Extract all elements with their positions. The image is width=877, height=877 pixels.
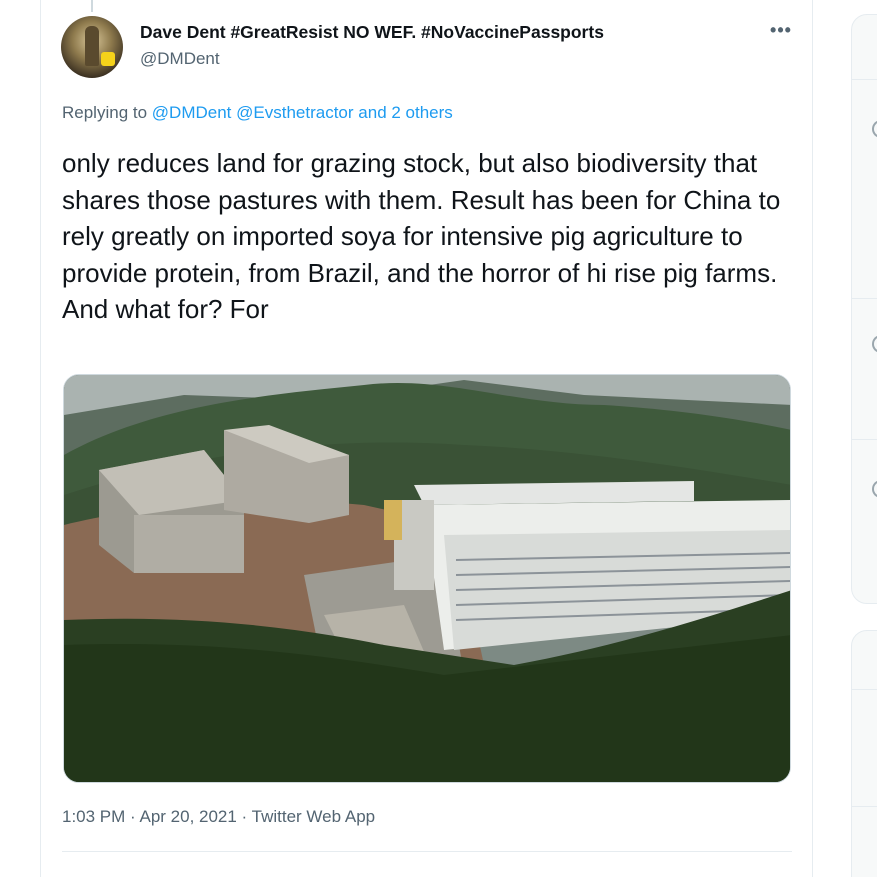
more-horizontal-icon[interactable]: •••: [767, 20, 795, 44]
sidebar-divider: [852, 79, 877, 80]
replying-to-label: Replying to: [62, 103, 148, 122]
mention-link-evsthetractor[interactable]: @Evsthetractor: [236, 103, 353, 122]
screen: Dave Dent #GreatResist NO WEF. #NoVaccin…: [0, 0, 877, 877]
mention-link-others[interactable]: and 2 others: [358, 103, 453, 122]
tweet-timestamp-source[interactable]: 1:03 PM · Apr 20, 2021 · Twitter Web App: [62, 807, 375, 827]
replying-to-context: Replying to @DMDent @Evsthetractor and 2…: [62, 103, 453, 123]
sidebar-clipped-glyph: [872, 335, 877, 353]
avatar-figure: [85, 26, 99, 66]
sidebar-panel: [851, 14, 877, 604]
photo-highrise-pig-farms: [64, 375, 790, 782]
tweet-photo[interactable]: [63, 374, 791, 783]
sidebar-panel-lower: [851, 630, 877, 877]
tweet-article[interactable]: Dave Dent #GreatResist NO WEF. #NoVaccin…: [40, 0, 813, 877]
sidebar-clipped-glyph: [872, 120, 877, 138]
divider: [62, 851, 792, 852]
sidebar-divider: [852, 806, 877, 807]
sidebar-divider: [852, 439, 877, 440]
author-display-name[interactable]: Dave Dent #GreatResist NO WEF. #NoVaccin…: [140, 22, 604, 43]
avatar[interactable]: [61, 16, 123, 78]
avatar-badge: [101, 52, 115, 66]
mention-link-dmdent[interactable]: @DMDent: [152, 103, 232, 122]
thread-connector-line: [91, 0, 93, 12]
sidebar-divider: [852, 689, 877, 690]
sidebar-clipped-glyph: [872, 480, 877, 498]
sidebar-divider: [852, 298, 877, 299]
author-handle[interactable]: @DMDent: [140, 49, 220, 69]
tweet-text: only reduces land for grazing stock, but…: [62, 148, 781, 324]
